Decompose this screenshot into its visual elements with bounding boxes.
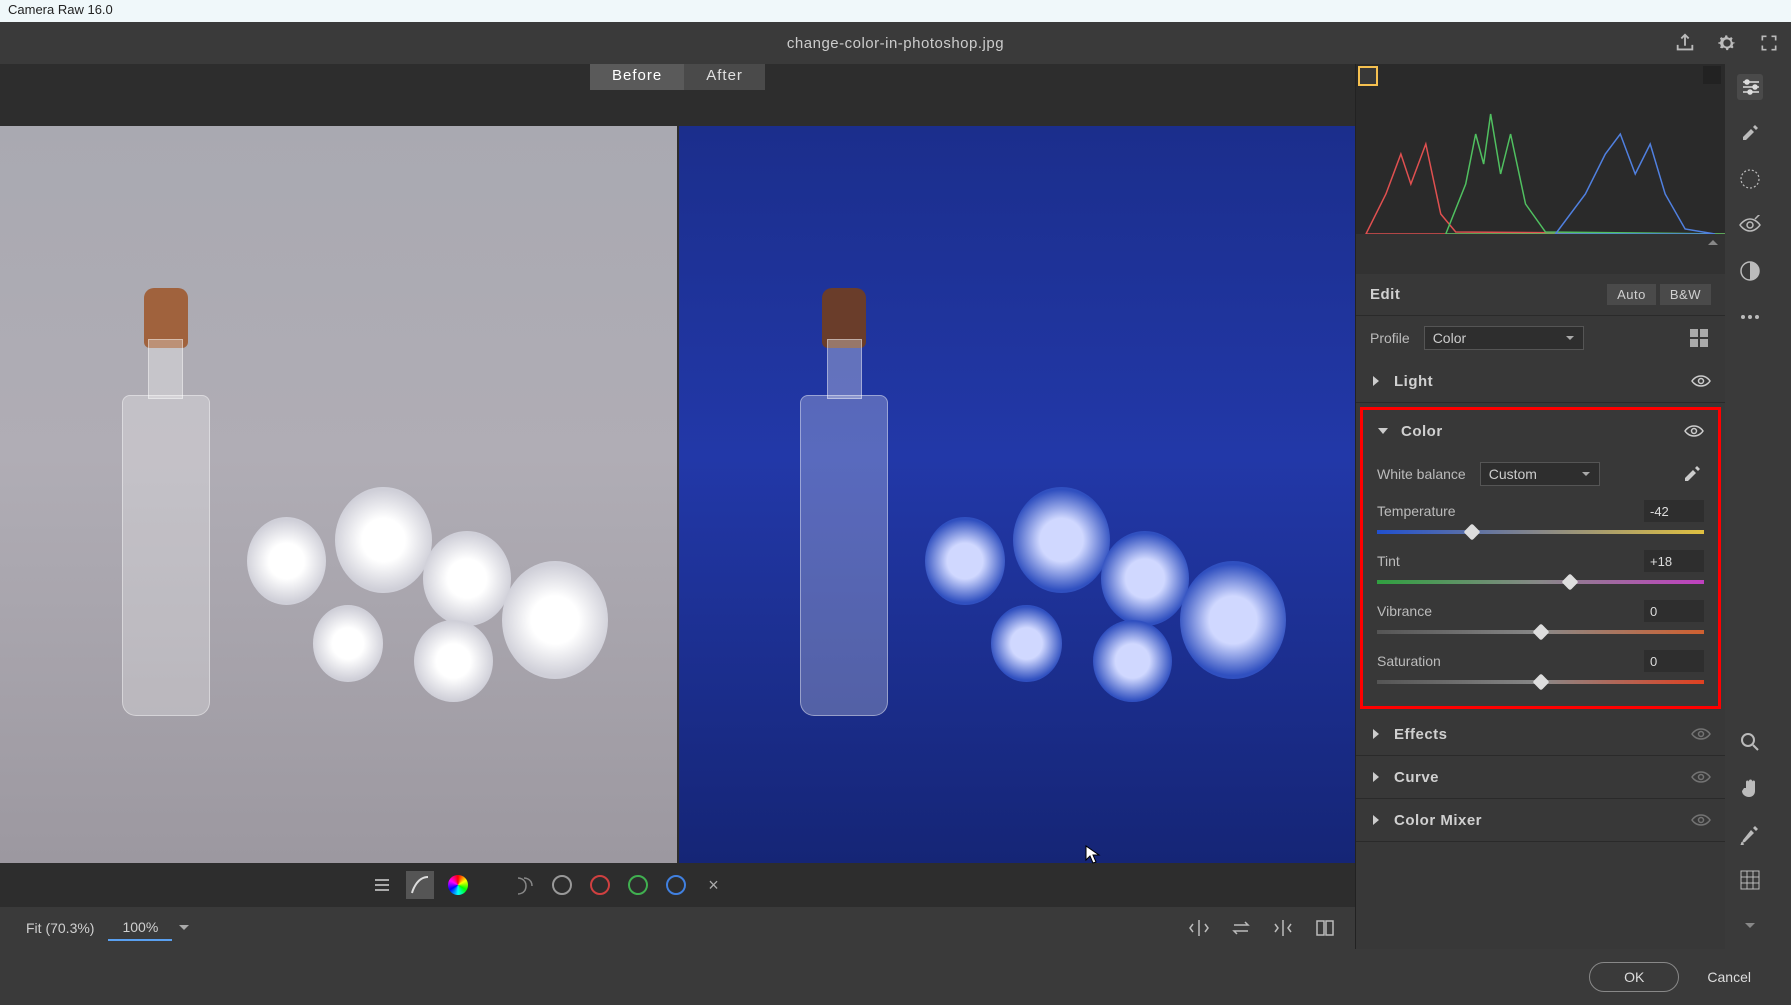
zoom-100[interactable]: 100%: [108, 915, 172, 941]
mask-oval-icon[interactable]: [1737, 166, 1763, 192]
section-curve[interactable]: Curve: [1356, 756, 1725, 798]
wb-select[interactable]: Custom: [1480, 462, 1600, 486]
saturation-slider[interactable]: [1377, 678, 1704, 686]
rating-blue-icon[interactable]: [662, 871, 690, 899]
profile-label: Profile: [1370, 330, 1410, 346]
rating-red-icon[interactable]: [586, 871, 614, 899]
temperature-value[interactable]: -42: [1644, 500, 1704, 522]
grid-icon[interactable]: [1737, 867, 1763, 893]
tint-slider[interactable]: [1377, 578, 1704, 586]
color-wheel-icon[interactable]: [444, 871, 472, 899]
section-effects[interactable]: Effects: [1356, 713, 1725, 755]
eye-icon[interactable]: [1684, 424, 1704, 438]
saturation-value[interactable]: 0: [1644, 650, 1704, 672]
tool-strip: [1725, 64, 1775, 949]
mask-icon[interactable]: [1737, 258, 1763, 284]
cancel-button[interactable]: Cancel: [1707, 969, 1751, 985]
sampler-icon[interactable]: [1737, 821, 1763, 847]
temperature-slider[interactable]: [1377, 528, 1704, 536]
before-after-tabs: Before After: [0, 64, 1355, 90]
histogram-clip-right[interactable]: [1703, 66, 1721, 84]
profile-select[interactable]: Color: [1424, 326, 1584, 350]
redeye-icon[interactable]: [1737, 212, 1763, 238]
expand-down-icon[interactable]: [1737, 913, 1763, 939]
preview-area[interactable]: [0, 90, 1355, 863]
swap-icon[interactable]: [1229, 916, 1253, 940]
chevron-down-icon[interactable]: [172, 916, 196, 940]
filename: change-color-in-photoshop.jpg: [787, 35, 1004, 52]
window-titlebar: Camera Raw 16.0: [0, 0, 1791, 22]
edit-label: Edit: [1370, 286, 1400, 303]
eyedropper-icon[interactable]: [1680, 462, 1704, 486]
wb-label: White balance: [1377, 466, 1466, 482]
zoom-icon[interactable]: [1737, 729, 1763, 755]
eye-icon[interactable]: [1691, 813, 1711, 827]
heal-icon[interactable]: [1737, 120, 1763, 146]
swatch-icon[interactable]: [510, 871, 538, 899]
vibrance-slider[interactable]: [1377, 628, 1704, 636]
collapse-icon[interactable]: [1707, 236, 1719, 254]
menu-icon[interactable]: [368, 871, 396, 899]
tint-value[interactable]: +18: [1644, 550, 1704, 572]
eye-icon[interactable]: [1691, 374, 1711, 388]
filmstrip-toolbar: ×: [0, 863, 1355, 907]
mirror-icon[interactable]: [1271, 916, 1295, 940]
close-icon[interactable]: ×: [700, 871, 728, 899]
histogram[interactable]: [1356, 64, 1725, 234]
histogram-clip-left[interactable]: [1358, 66, 1378, 86]
more-icon[interactable]: [1737, 304, 1763, 330]
fullscreen-icon[interactable]: [1757, 31, 1781, 55]
hand-icon[interactable]: [1737, 775, 1763, 801]
section-color[interactable]: Color: [1363, 410, 1718, 452]
tab-after[interactable]: After: [684, 64, 765, 90]
rating-green-icon[interactable]: [624, 871, 652, 899]
export-icon[interactable]: [1673, 31, 1697, 55]
eye-icon[interactable]: [1691, 770, 1711, 784]
profile-grid-icon[interactable]: [1687, 326, 1711, 350]
before-image: [0, 126, 677, 863]
zoom-fit[interactable]: Fit (70.3%): [12, 916, 108, 940]
compare-icon[interactable]: [1313, 916, 1337, 940]
tab-before[interactable]: Before: [590, 64, 684, 90]
flip-icon[interactable]: [1187, 916, 1211, 940]
section-color-mixer[interactable]: Color Mixer: [1356, 799, 1725, 841]
vibrance-value[interactable]: 0: [1644, 600, 1704, 622]
rating-none-icon[interactable]: [548, 871, 576, 899]
section-light[interactable]: Light: [1356, 360, 1725, 402]
eye-icon[interactable]: [1691, 727, 1711, 741]
auto-button[interactable]: Auto: [1607, 284, 1656, 305]
ok-button[interactable]: OK: [1589, 962, 1679, 992]
bw-button[interactable]: B&W: [1660, 284, 1711, 305]
adjust-icon[interactable]: [1737, 74, 1763, 100]
curve-tool-icon[interactable]: [406, 871, 434, 899]
after-image: [677, 126, 1356, 863]
